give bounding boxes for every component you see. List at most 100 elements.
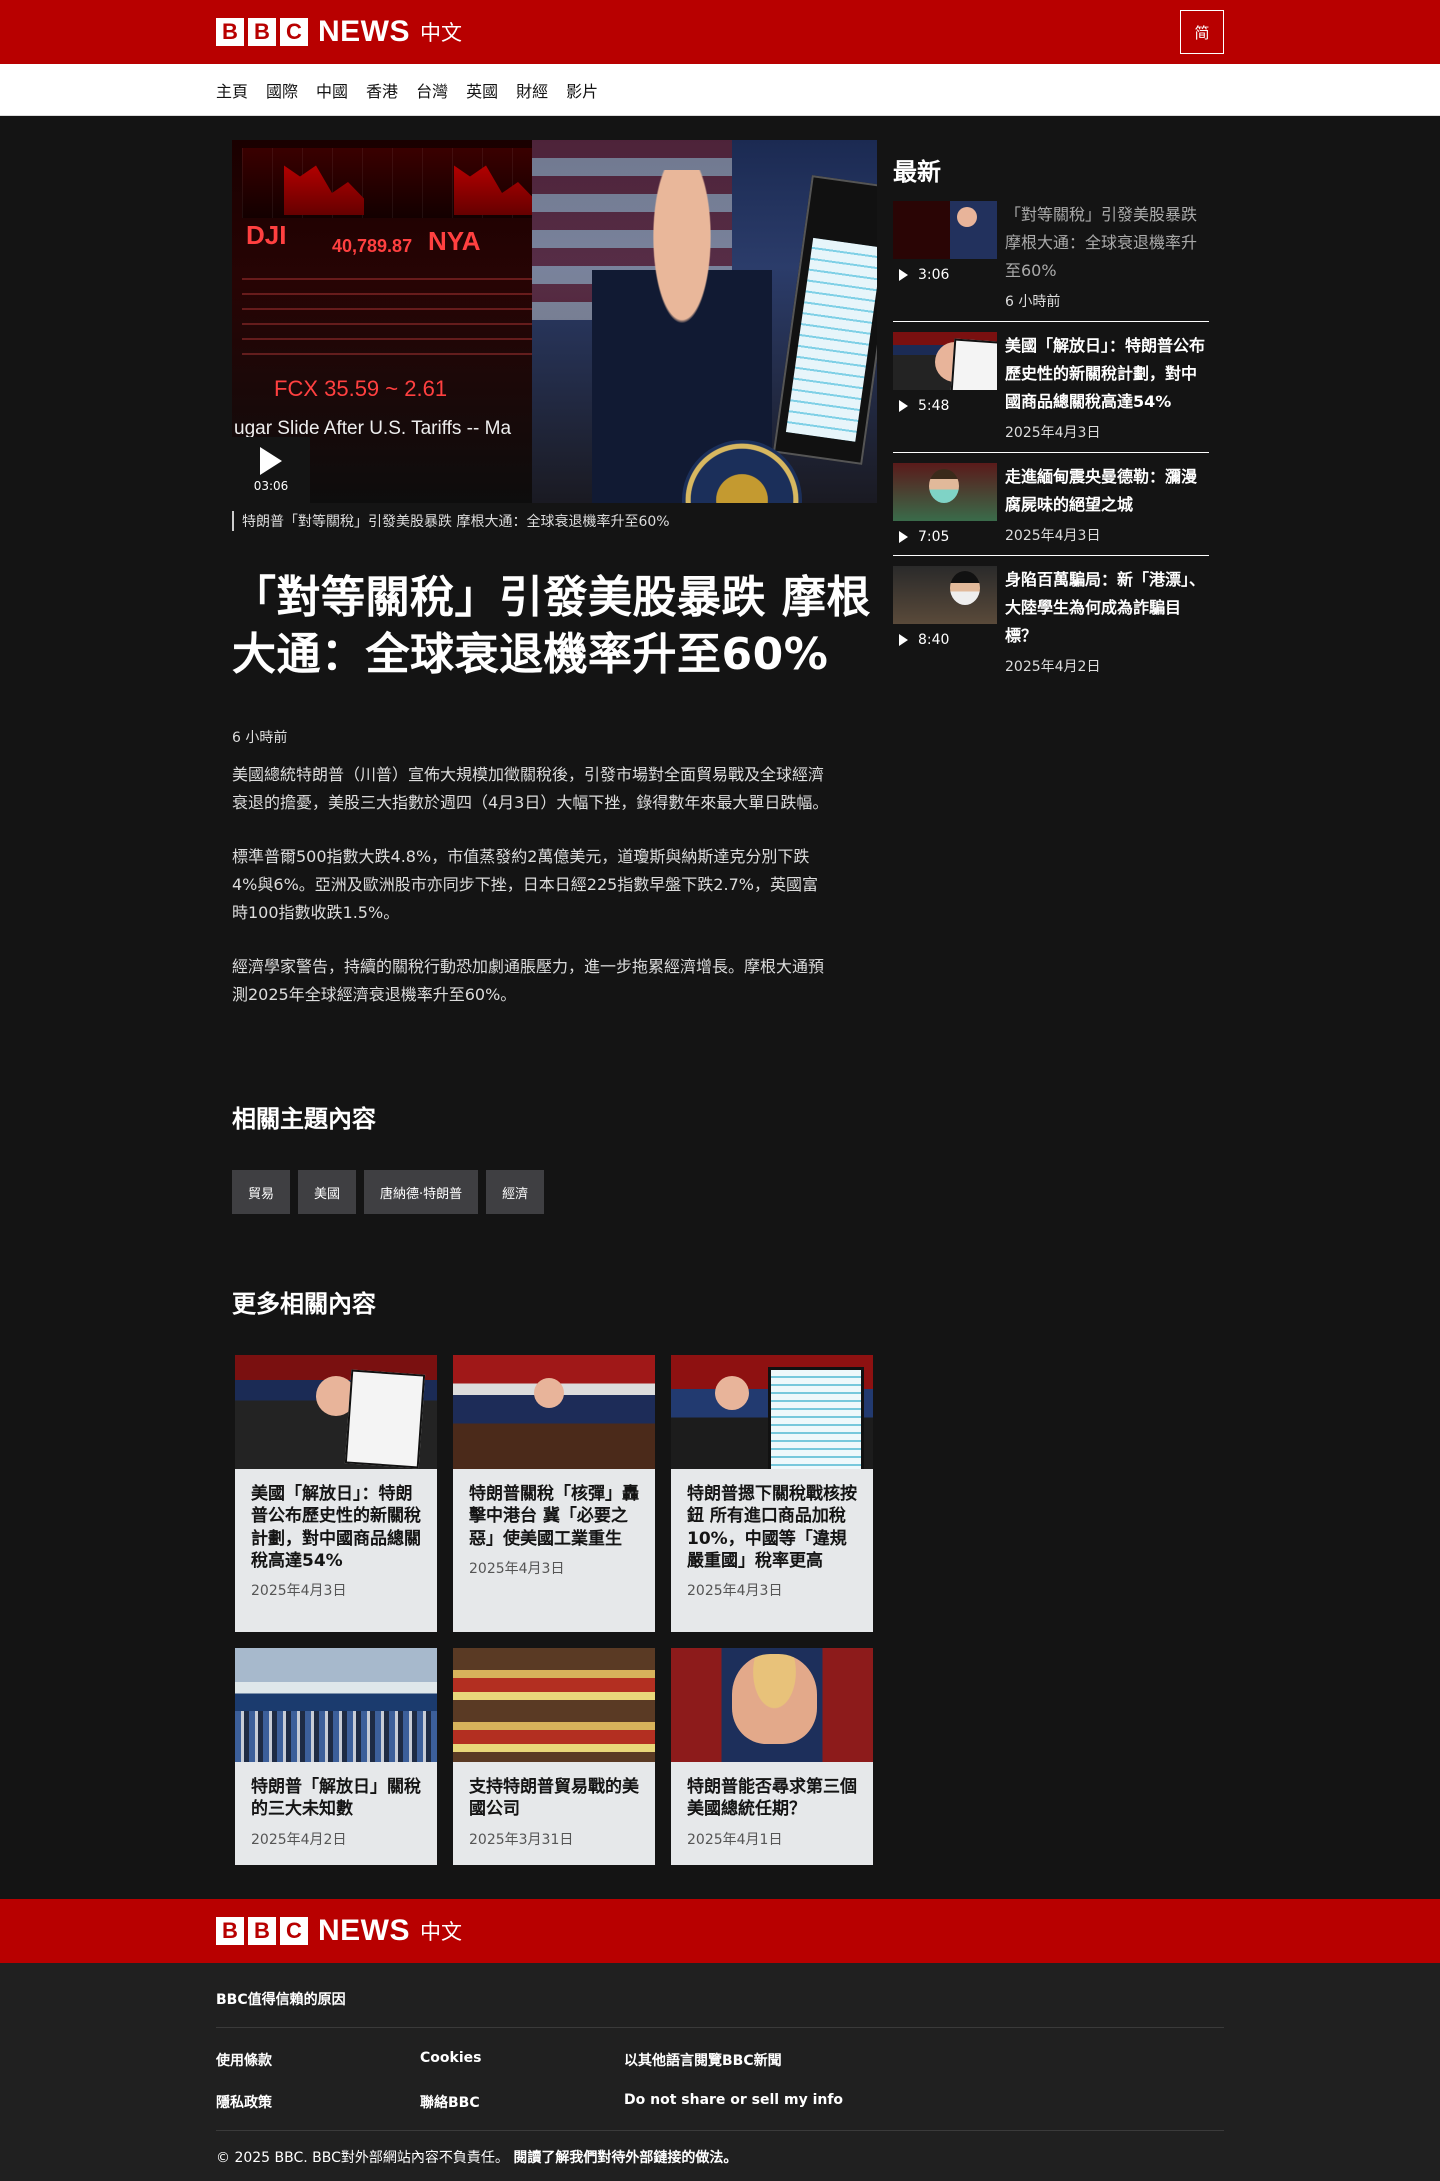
latest-thumbnail: [893, 463, 997, 521]
play-icon: [899, 269, 908, 281]
card-title: 特朗普關稅「核彈」轟擊中港台 冀「必要之惡」使美國工業重生: [469, 1484, 639, 1549]
latest-headline: 身陷百萬騙局：新「港漂」、大陸學生為何成為詐騙目標？: [1005, 570, 1206, 645]
related-card[interactable]: 特朗普能否尋求第三個美國總統任期？ 2025年4月1日: [671, 1648, 873, 1865]
related-card[interactable]: 支持特朗普貿易戰的美國公司 2025年3月31日: [453, 1648, 655, 1865]
topic-tag-economy[interactable]: 經濟: [486, 1170, 545, 1215]
topic-tag-usa[interactable]: 美國: [298, 1170, 357, 1215]
simplified-chinese-toggle[interactable]: 简: [1180, 10, 1224, 54]
related-card[interactable]: 特朗普「解放日」關稅的三大未知數 2025年4月2日: [235, 1648, 437, 1865]
footer-link-cookies[interactable]: Cookies: [420, 2050, 624, 2070]
nav-item-business[interactable]: 財經: [516, 78, 548, 102]
latest-headline: 走進緬甸震央曼德勒：瀰漫腐屍味的絕望之城: [1005, 467, 1198, 514]
related-card[interactable]: 美國「解放日」：特朗普公布歷史性的新關稅計劃，對中國商品總關稅高達54% 202…: [235, 1355, 437, 1633]
card-image: [235, 1355, 437, 1470]
top-header: B B C NEWS 中文 简: [0, 0, 1440, 64]
latest-item[interactable]: 3:06 「對等關稅」引發美股暴跌 摩根大通：全球衰退機率升至60% 6 小時前: [893, 201, 1209, 322]
card-title: 美國「解放日」：特朗普公布歷史性的新關稅計劃，對中國商品總關稅高達54%: [251, 1484, 421, 1571]
article-paragraph: 標準普爾500指數大跌4.8%，市值蒸發約2萬億美元，道瓊斯與納斯達克分別下跌4…: [232, 847, 818, 923]
latest-duration: 3:06: [918, 267, 950, 283]
latest-date: 2025年4月3日: [1005, 425, 1101, 441]
nav-item-taiwan[interactable]: 台灣: [416, 78, 448, 102]
card-date: 2025年4月3日: [251, 1582, 347, 1599]
video-caption: 特朗普「對等關稅」引發美股暴跌 摩根大通：全球衰退機率升至60%: [232, 511, 877, 531]
latest-title: 最新: [893, 158, 941, 186]
footer-header: B B C NEWS 中文: [0, 1898, 1440, 1963]
footer-copyright-line: © 2025 BBC. BBC對外部網站內容不負責任。 閱讀了解我們對待外部鏈接…: [216, 2131, 1224, 2167]
logo-letter-b1: B: [216, 1916, 244, 1945]
play-icon: [260, 447, 282, 475]
card-title: 特朗普能否尋求第三個美國總統任期？: [687, 1777, 857, 1820]
main-nav: 主頁 國際 中國 香港 台灣 英國 財經 影片: [0, 64, 1440, 116]
footer-link-do-not-sell[interactable]: Do not share or sell my info: [624, 2092, 924, 2112]
card-title: 支持特朗普貿易戰的美國公司: [469, 1777, 639, 1820]
video-text-dji-value: 40,789.87: [332, 236, 413, 256]
card-date: 2025年4月2日: [251, 1831, 347, 1848]
video-duration: 03:06: [253, 479, 289, 493]
article-paragraph: 美國總統特朗普（川普）宣佈大規模加徵關稅後，引發市場對全面貿易戰及全球經濟衰退的…: [232, 765, 829, 813]
card-image: [453, 1648, 655, 1763]
article: DJI 40,789.87 NYA FCX 35.59 ~ 2.61 ugar …: [232, 140, 877, 1865]
logo-letter-b1: B: [216, 18, 244, 46]
article-date: 6 小時前: [232, 730, 288, 747]
card-image: [453, 1355, 655, 1470]
footer-link-privacy[interactable]: 隱私政策: [216, 2092, 420, 2112]
footer-link-other-languages[interactable]: 以其他語言閱覽BBC新聞: [624, 2050, 924, 2070]
play-icon: [899, 531, 908, 543]
latest-headline: 「對等關稅」引發美股暴跌 摩根大通：全球衰退機率升至60%: [1005, 205, 1198, 280]
topic-tags: 貿易 美國 唐納德·特朗普 經濟: [232, 1170, 877, 1215]
logo-chinese-text: 中文: [420, 1919, 462, 1944]
more-related-title: 更多相關內容: [232, 1290, 376, 1319]
article-paragraph: 經濟學家警告，持續的關稅行動恐加劇通脹壓力，進一步拖累經濟增長。摩根大通預測20…: [232, 957, 825, 1005]
video-text-nya: NYA: [428, 226, 481, 256]
topic-tag-trade[interactable]: 貿易: [232, 1170, 291, 1215]
related-cards-grid: 美國「解放日」：特朗普公布歷史性的新關稅計劃，對中國商品總關稅高達54% 202…: [235, 1355, 877, 1865]
related-card[interactable]: 特朗普關稅「核彈」轟擊中港台 冀「必要之惡」使美國工業重生 2025年4月3日: [453, 1355, 655, 1633]
nav-item-china[interactable]: 中國: [316, 78, 348, 102]
latest-date: 2025年4月3日: [1005, 528, 1101, 544]
logo-letter-b2: B: [248, 1916, 276, 1945]
latest-thumbnail: [893, 566, 997, 624]
bbc-news-logo[interactable]: B B C NEWS 中文: [216, 15, 462, 49]
nav-item-international[interactable]: 國際: [266, 78, 298, 102]
related-card[interactable]: 特朗普摁下關稅戰核按鈕 所有進口商品加稅10%，中國等「違規嚴重國」稅率更高 2…: [671, 1355, 873, 1633]
logo-news-text: NEWS: [318, 15, 410, 48]
latest-date: 2025年4月2日: [1005, 659, 1101, 675]
logo-news-text: NEWS: [318, 1913, 410, 1947]
external-links-policy-link[interactable]: 閱讀了解我們對待外部鏈接的做法。: [513, 2150, 737, 2166]
latest-item[interactable]: 8:40 身陷百萬騙局：新「港漂」、大陸學生為何成為詐騙目標？ 2025年4月2…: [893, 566, 1209, 686]
footer: BBC值得信賴的原因 使用條款 Cookies 以其他語言閱覽BBC新聞 隱私政…: [0, 1962, 1440, 2181]
latest-date: 6 小時前: [1005, 294, 1061, 310]
footer-link-contact[interactable]: 聯絡BBC: [420, 2092, 624, 2112]
nav-item-hongkong[interactable]: 香港: [366, 78, 398, 102]
video-text-dji: DJI: [246, 220, 287, 250]
latest-headline: 美國「解放日」：特朗普公布歷史性的新關稅計劃，對中國商品總關稅高達54%: [1005, 336, 1206, 411]
latest-item[interactable]: 7:05 走進緬甸震央曼德勒：瀰漫腐屍味的絕望之城 2025年4月3日: [893, 463, 1209, 556]
footer-link-terms[interactable]: 使用條款: [216, 2050, 420, 2070]
logo-letter-c: C: [280, 1916, 308, 1945]
play-button[interactable]: 03:06: [232, 437, 310, 503]
latest-duration: 7:05: [918, 529, 950, 545]
latest-item[interactable]: 5:48 美國「解放日」：特朗普公布歷史性的新關稅計劃，對中國商品總關稅高達54…: [893, 332, 1209, 453]
logo-letter-c: C: [280, 18, 308, 46]
footer-bbc-news-logo[interactable]: B B C NEWS 中文: [216, 1914, 462, 1948]
video-player[interactable]: DJI 40,789.87 NYA FCX 35.59 ~ 2.61 ugar …: [232, 140, 877, 503]
nav-item-home[interactable]: 主頁: [216, 78, 248, 102]
card-date: 2025年4月3日: [469, 1560, 565, 1577]
latest-duration: 8:40: [918, 632, 950, 648]
card-title: 特朗普「解放日」關稅的三大未知數: [251, 1777, 421, 1820]
card-title: 特朗普摁下關稅戰核按鈕 所有進口商品加稅10%，中國等「違規嚴重國」稅率更高: [687, 1484, 857, 1571]
topic-tag-trump[interactable]: 唐納德·特朗普: [364, 1170, 479, 1215]
video-text-fcx: FCX 35.59 ~ 2.61: [274, 376, 448, 401]
card-image: [671, 1355, 873, 1470]
card-date: 2025年4月1日: [687, 1831, 783, 1848]
nav-item-video[interactable]: 影片: [566, 78, 598, 102]
nav-item-uk[interactable]: 英國: [466, 78, 498, 102]
footer-links: 使用條款 Cookies 以其他語言閱覽BBC新聞 隱私政策 聯絡BBC Do …: [216, 2028, 1224, 2131]
play-icon: [899, 634, 908, 646]
logo-letter-b2: B: [248, 18, 276, 46]
card-image: [671, 1648, 873, 1763]
latest-thumbnail: [893, 332, 997, 390]
latest-thumbnail: [893, 201, 997, 259]
footer-why-trust-link[interactable]: BBC值得信賴的原因: [216, 1963, 1224, 2028]
play-icon: [899, 400, 908, 412]
